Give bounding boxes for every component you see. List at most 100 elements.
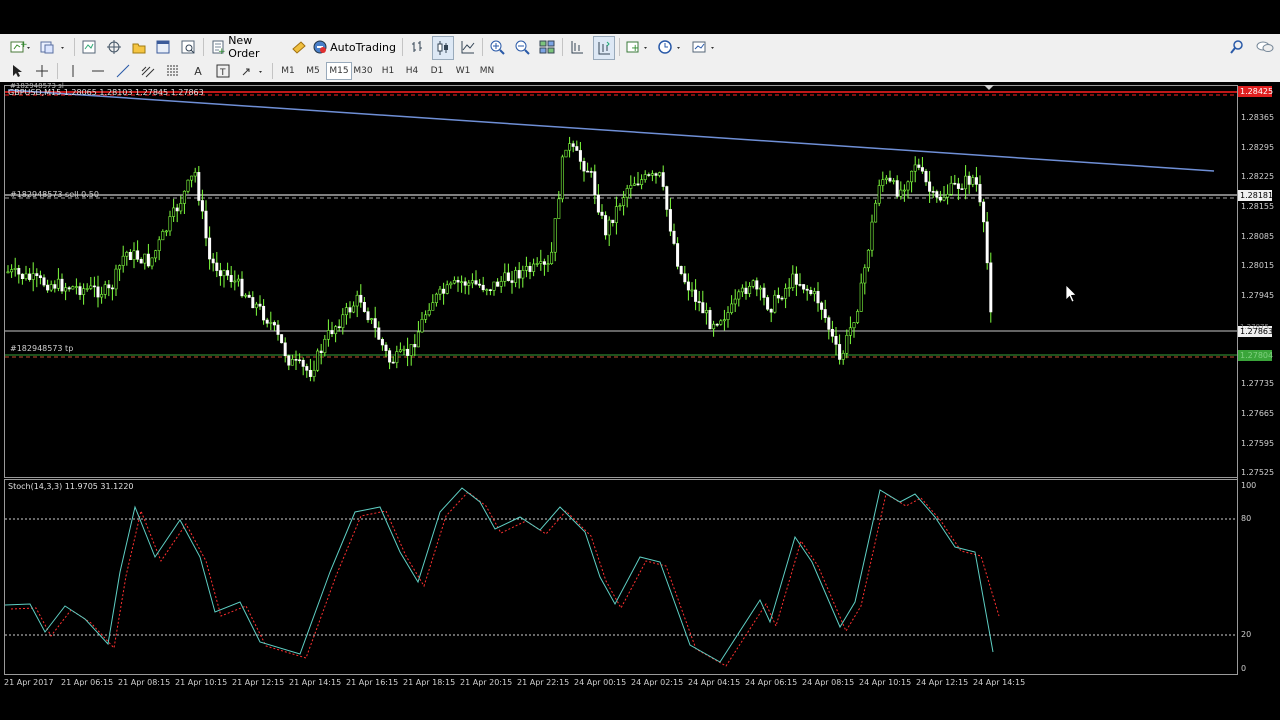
metaeditor-icon[interactable] (290, 37, 308, 57)
stoch-pane-border (4, 479, 1238, 675)
market-watch-icon[interactable] (80, 37, 98, 57)
time-axis-label: 21 Apr 06:15 (61, 678, 114, 687)
candle-body (71, 286, 75, 290)
candle-body (510, 280, 514, 283)
zoom-out-icon[interactable] (513, 37, 531, 57)
new-chart-icon[interactable]: + (8, 37, 34, 57)
terminal-icon[interactable] (154, 37, 172, 57)
zoom-in-icon[interactable] (488, 37, 506, 57)
text-label-icon[interactable]: T (214, 61, 232, 81)
price-axis-label: 1.27945 (1241, 291, 1275, 300)
candle-body (85, 288, 89, 290)
time-axis-label: 21 Apr 2017 (4, 678, 54, 687)
data-window-icon[interactable] (105, 37, 123, 57)
candle-body (690, 289, 694, 292)
candle-body (874, 202, 878, 223)
price-axis-label: 1.28085 (1241, 232, 1275, 241)
candle-body (496, 281, 500, 287)
candle-body (258, 303, 262, 307)
tp-price-tag-text: 1.27804 (1240, 351, 1274, 360)
search-icon[interactable] (1228, 37, 1246, 57)
trendline[interactable] (7, 89, 1215, 172)
timeframe-m15[interactable]: M15 (326, 62, 352, 80)
navigator-icon[interactable] (130, 37, 148, 57)
candle-body (161, 231, 165, 241)
price-pane-border (4, 85, 1238, 478)
candle-body (377, 327, 381, 340)
candle-body (409, 344, 413, 356)
timeframe-w1[interactable]: W1 (452, 63, 474, 79)
timeframe-h4[interactable]: H4 (401, 63, 423, 79)
time-axis-label: 24 Apr 12:15 (916, 678, 969, 687)
timeframe-d1[interactable]: D1 (426, 63, 448, 79)
templates-icon[interactable] (690, 37, 720, 57)
timeframe-m30[interactable]: M30 (352, 63, 374, 79)
svg-text:T: T (219, 68, 226, 78)
candle-body (319, 350, 323, 354)
autotrading-button[interactable]: AutoTrading (312, 37, 396, 57)
trendline-icon[interactable] (114, 61, 132, 81)
candle-body (586, 170, 590, 173)
vertical-line-icon[interactable] (64, 61, 82, 81)
candle-body (758, 287, 762, 290)
candle-body (463, 281, 467, 286)
crosshair-icon[interactable] (33, 61, 51, 81)
candle-body (791, 273, 795, 288)
candle-body (488, 289, 492, 291)
svg-text:+: + (20, 40, 28, 50)
timeframe-m1[interactable]: M1 (277, 63, 299, 79)
candle-body (589, 171, 593, 173)
horizontal-line-icon[interactable] (89, 61, 107, 81)
candle-body (269, 322, 273, 324)
candle-body (625, 188, 629, 198)
candle-body (989, 262, 993, 313)
chat-icon[interactable] (1254, 37, 1276, 57)
timeframe-h1[interactable]: H1 (377, 63, 399, 79)
candle-body (460, 281, 464, 284)
candle-body (715, 323, 719, 326)
candle-body (110, 287, 114, 290)
time-axis-label: 21 Apr 10:15 (175, 678, 228, 687)
timeframe-mn[interactable]: MN (476, 63, 498, 79)
text-icon[interactable]: A (189, 61, 207, 81)
stoch-indicator-label: Stoch(14,3,3) 11.9705 31.1220 (8, 482, 134, 491)
chart-window[interactable]: GBPUSD,M15 1.28065 1.28103 1.27845 1.278… (0, 82, 1280, 692)
candle-body (413, 344, 417, 348)
candle-body (852, 322, 856, 329)
price-axis-label: 1.27525 (1241, 468, 1275, 477)
candle-body (935, 191, 939, 198)
indicators-icon[interactable]: + (624, 37, 652, 57)
chart-shift-marker[interactable] (984, 85, 994, 90)
candle-body (953, 182, 957, 185)
new-order-button[interactable]: + New Order (210, 34, 284, 60)
candle-body (744, 287, 748, 294)
candle-body (316, 350, 320, 371)
candle-body (190, 175, 194, 181)
candlestick-chart-icon[interactable] (432, 36, 454, 60)
candle-body (280, 334, 284, 344)
auto-scroll-icon[interactable] (593, 36, 615, 60)
candle-body (582, 161, 586, 172)
candle-body (859, 282, 863, 312)
profiles-icon[interactable] (38, 37, 68, 57)
time-axis-label: 21 Apr 12:15 (232, 678, 285, 687)
chart-canvas[interactable] (0, 82, 1280, 692)
candlesticks (6, 136, 993, 382)
candle-body (640, 179, 644, 185)
candle-body (136, 250, 140, 260)
channel-icon[interactable] (139, 61, 157, 81)
bar-chart-icon[interactable] (409, 37, 427, 57)
candle-body (780, 297, 784, 300)
timeframe-m5[interactable]: M5 (302, 63, 324, 79)
line-chart-icon[interactable] (459, 37, 477, 57)
cursor-icon[interactable] (8, 61, 26, 81)
candle-body (82, 288, 86, 295)
fibonacci-icon[interactable] (164, 61, 182, 81)
arrows-icon[interactable] (239, 61, 267, 81)
chart-shift-icon[interactable] (568, 37, 586, 57)
candle-body (290, 359, 294, 366)
candle-body (802, 284, 806, 290)
periods-icon[interactable] (656, 37, 686, 57)
strategy-tester-icon[interactable] (179, 37, 197, 57)
tile-windows-icon[interactable] (538, 37, 556, 57)
